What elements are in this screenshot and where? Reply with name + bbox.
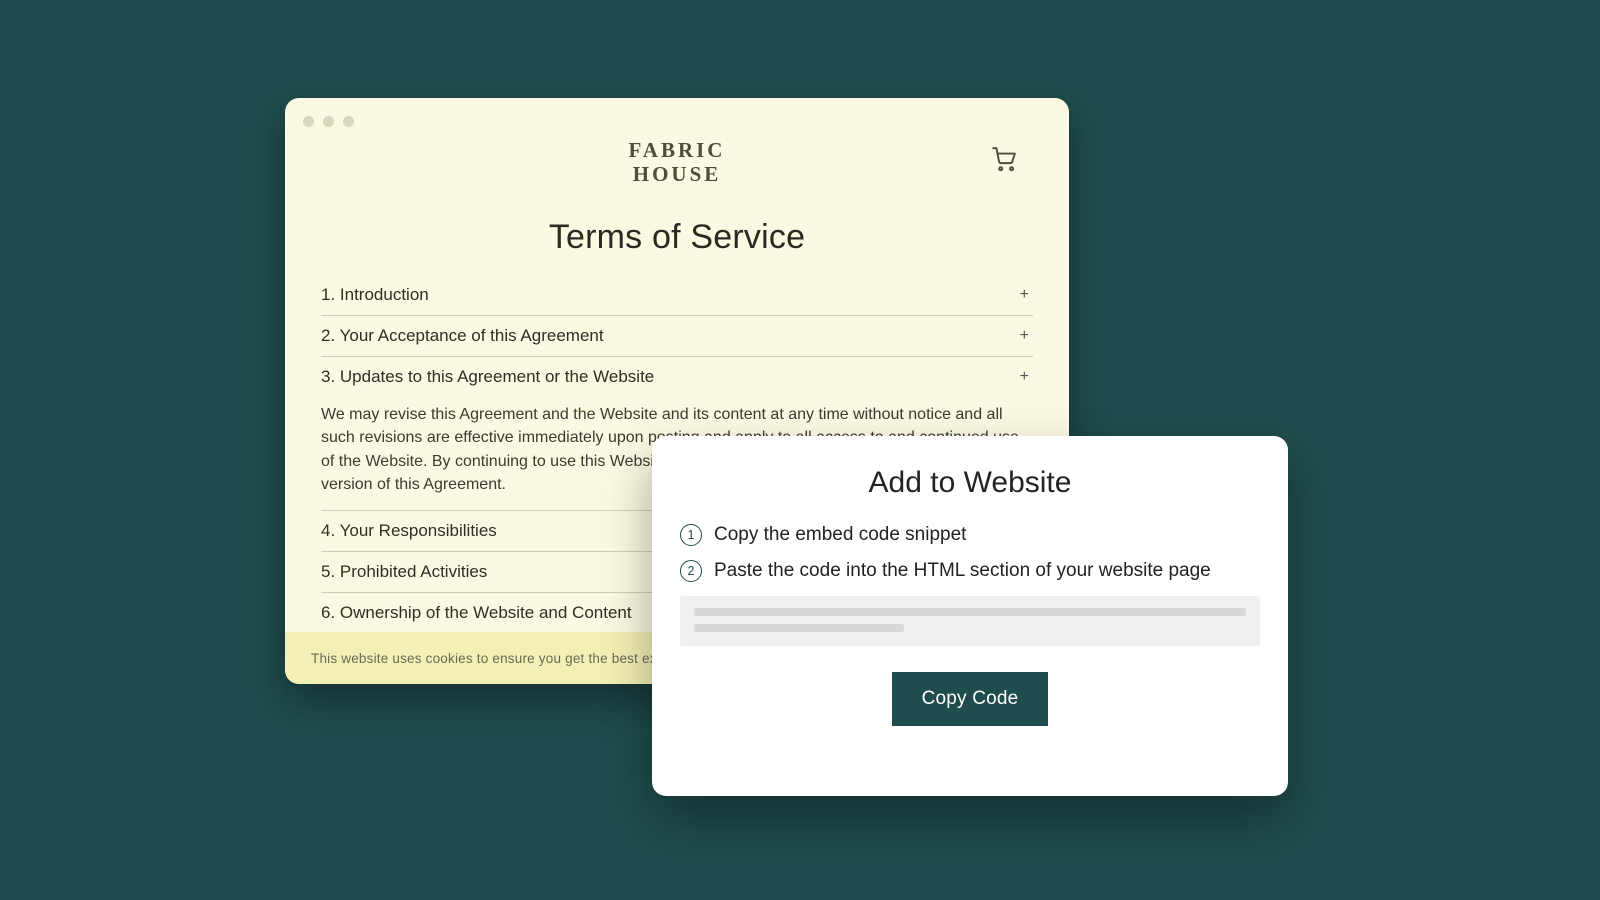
cookie-banner-text: This website uses cookies to ensure you … [311, 651, 710, 666]
acc-title: 3. Updates to this Agreement or the Webs… [321, 367, 654, 387]
step-number-badge: 2 [680, 560, 702, 582]
step-1: 1 Copy the embed code snippet [680, 524, 1260, 546]
code-placeholder-line [694, 624, 904, 632]
acc-title: 5. Prohibited Activities [321, 562, 487, 582]
brand-logo: FABRIC HOUSE [321, 138, 1033, 186]
page-title: Terms of Service [321, 218, 1033, 257]
acc-head-3[interactable]: 3. Updates to this Agreement or the Webs… [321, 357, 1033, 397]
step-number-badge: 1 [680, 524, 702, 546]
cart-icon[interactable] [989, 144, 1019, 174]
embed-code-box[interactable] [680, 596, 1260, 646]
window-dot-minimize[interactable] [323, 116, 334, 127]
acc-item-1: 1. Introduction + [321, 275, 1033, 316]
step-text: Copy the embed code snippet [714, 524, 966, 546]
acc-item-2: 2. Your Acceptance of this Agreement + [321, 316, 1033, 357]
acc-title: 2. Your Acceptance of this Agreement [321, 326, 604, 346]
step-text: Paste the code into the HTML section of … [714, 560, 1211, 582]
brand-line-2: HOUSE [321, 162, 1033, 186]
acc-title: 6. Ownership of the Website and Content [321, 603, 632, 623]
plus-icon: + [1020, 368, 1031, 386]
step-2: 2 Paste the code into the HTML section o… [680, 560, 1260, 582]
copy-code-button[interactable]: Copy Code [892, 672, 1049, 726]
window-dot-close[interactable] [303, 116, 314, 127]
add-to-website-modal: Add to Website 1 Copy the embed code sni… [652, 436, 1288, 796]
acc-title: 4. Your Responsibilities [321, 521, 497, 541]
plus-icon: + [1020, 286, 1031, 304]
plus-icon: + [1020, 327, 1031, 345]
modal-title: Add to Website [680, 466, 1260, 500]
acc-title: 1. Introduction [321, 285, 429, 305]
window-dot-zoom[interactable] [343, 116, 354, 127]
acc-head-2[interactable]: 2. Your Acceptance of this Agreement + [321, 316, 1033, 356]
traffic-lights [303, 116, 354, 127]
code-placeholder-line [694, 608, 1246, 616]
acc-head-1[interactable]: 1. Introduction + [321, 275, 1033, 315]
brand-line-1: FABRIC [321, 138, 1033, 162]
